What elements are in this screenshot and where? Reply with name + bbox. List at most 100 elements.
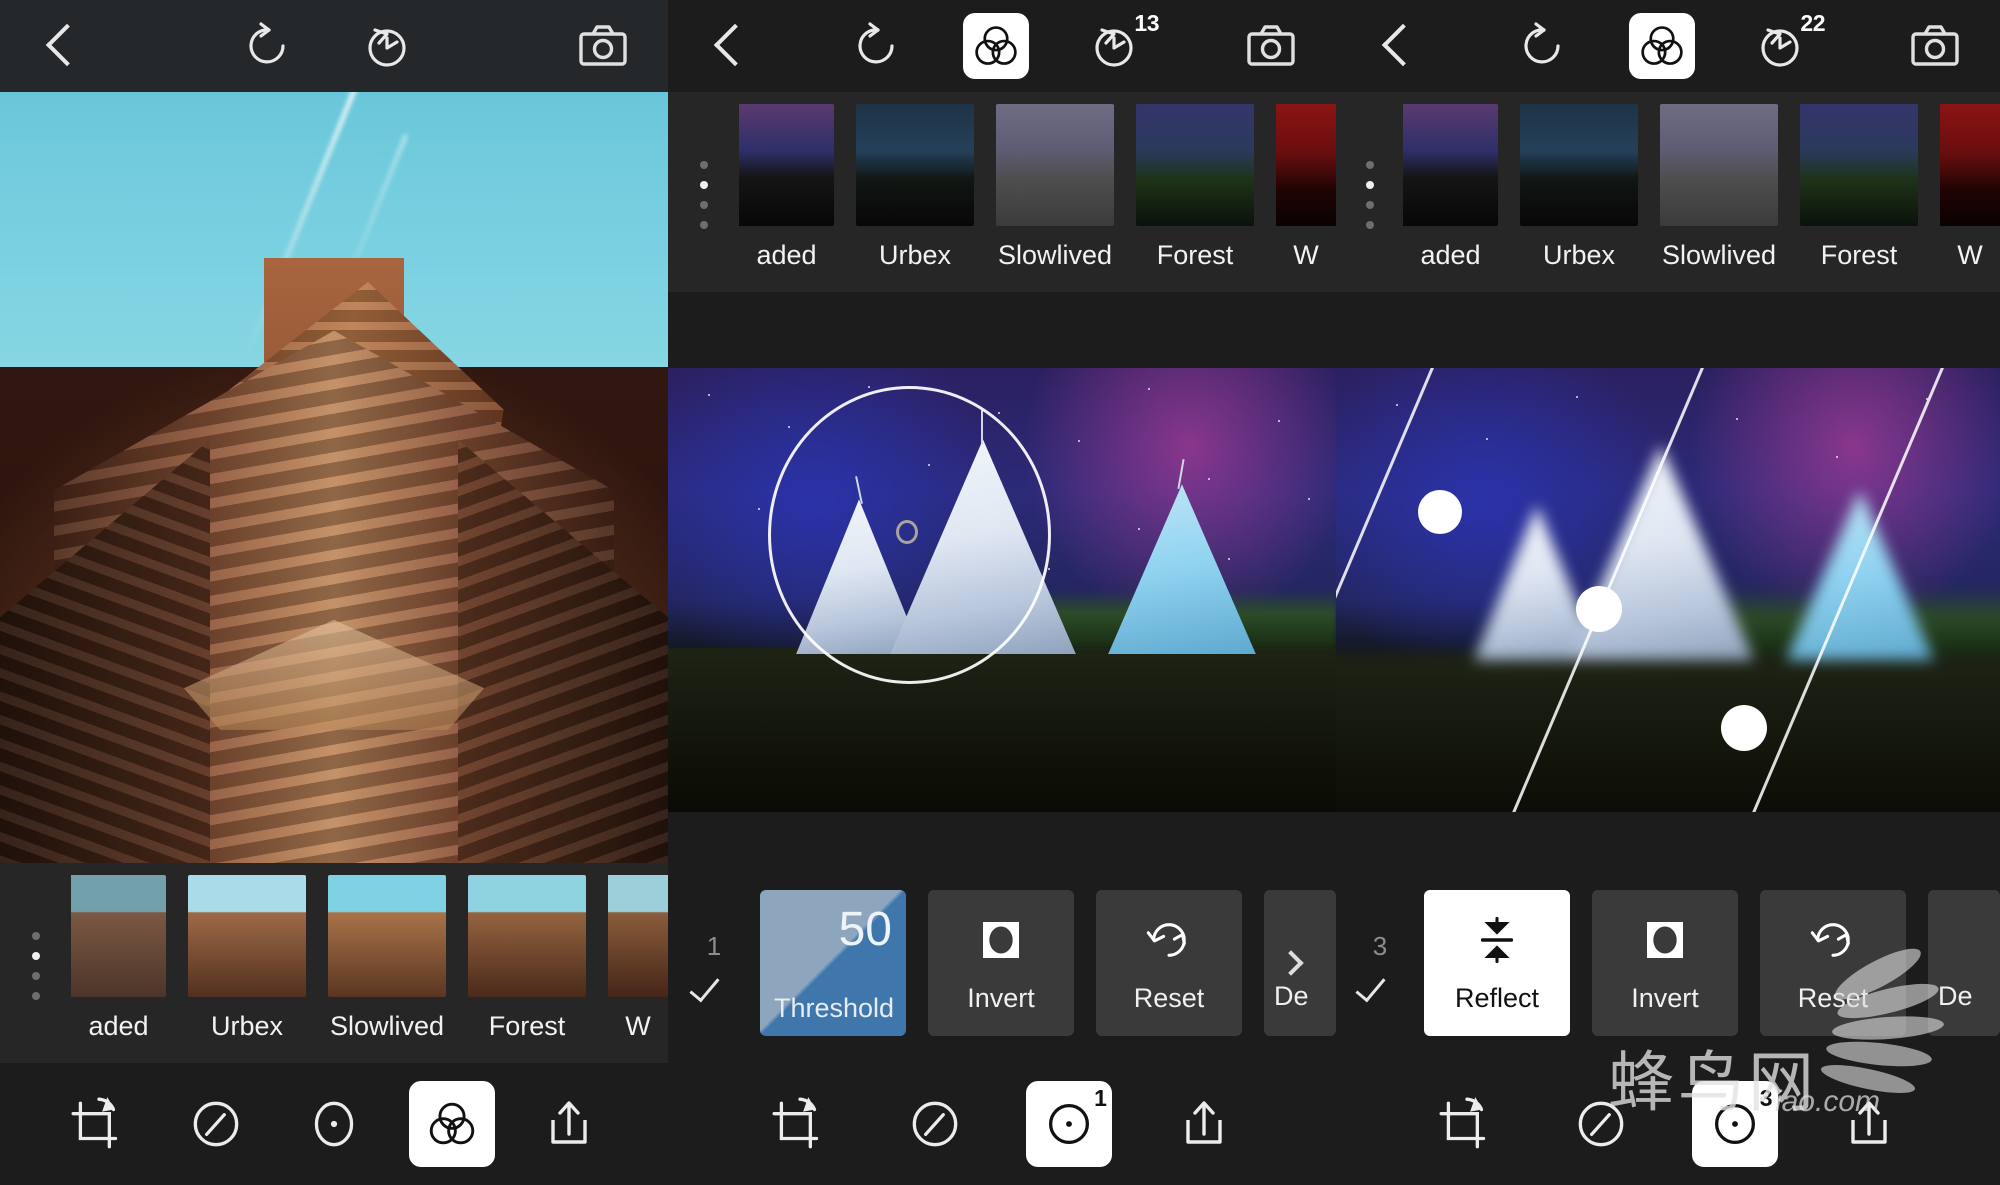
filter-item-slowlived[interactable]: Slowlived <box>1660 104 1778 271</box>
linear-blur-handle-1[interactable] <box>1418 490 1462 534</box>
filter-item-forest[interactable]: Forest <box>468 875 586 1042</box>
filter-thumb-image <box>1660 104 1778 226</box>
filter-item-urbex[interactable]: Urbex <box>188 875 306 1042</box>
crop-rotate-icon <box>71 1095 117 1149</box>
teepee-right <box>1108 484 1256 655</box>
nav-adjust-button[interactable] <box>173 1081 259 1167</box>
tool-threshold[interactable]: 50 Threshold <box>760 890 906 1036</box>
filter-thumbnails: aded Urbex Slowlived Forest W <box>1403 92 2000 271</box>
photo-canvas-teepees-blurred[interactable] <box>1336 368 2000 812</box>
page-dot[interactable] <box>31 992 40 1000</box>
tool-reset[interactable]: Reset <box>1760 890 1906 1036</box>
filter-item-urbex[interactable]: Urbex <box>1520 104 1638 271</box>
back-button[interactable] <box>1336 0 1454 92</box>
page-dot[interactable] <box>699 161 708 169</box>
nav-crop-button[interactable] <box>757 1081 843 1167</box>
filter-label: aded <box>756 240 817 270</box>
nav-adjust-button[interactable] <box>892 1081 978 1167</box>
page-dot-active[interactable] <box>31 952 40 960</box>
step-indicator[interactable]: 1 <box>668 931 760 996</box>
page-dot-active[interactable] <box>699 181 708 189</box>
step-indicator[interactable]: 3 <box>1336 931 1424 996</box>
nav-share-button[interactable] <box>1161 1081 1247 1167</box>
nav-blur-button[interactable] <box>291 1081 377 1167</box>
photo-canvas-building[interactable] <box>0 88 668 863</box>
nav-filters-button[interactable] <box>408 1081 495 1167</box>
nav-crop-button[interactable] <box>56 1081 142 1167</box>
tool-label: De <box>1274 981 1309 1011</box>
linear-blur-handle-3[interactable] <box>1721 705 1767 751</box>
filters-toggle-button[interactable] <box>1603 0 1721 92</box>
nav-blur-button[interactable]: 3 <box>1692 1081 1778 1167</box>
filter-item-faded[interactable]: aded <box>739 104 834 271</box>
filter-item-w[interactable]: W <box>1940 104 2000 271</box>
tool-invert[interactable]: Invert <box>928 890 1074 1036</box>
page-dot[interactable] <box>699 201 708 209</box>
filters-toggle-button[interactable] <box>937 0 1055 92</box>
page-dot[interactable] <box>1365 201 1374 209</box>
radial-blur-icon <box>314 1101 354 1147</box>
filter-thumbnails: aded Urbex Slowlived Forest W <box>71 863 668 1042</box>
page-dots[interactable] <box>1336 92 1403 292</box>
undo-button[interactable] <box>819 0 937 92</box>
step-number: 3 <box>1372 930 1388 961</box>
filter-item-w[interactable]: W <box>608 875 668 1042</box>
tool-delete[interactable]: De <box>1928 890 2000 1036</box>
filter-thumb-image <box>1403 104 1498 226</box>
page-dot[interactable] <box>699 221 708 229</box>
page-dot-active[interactable] <box>1365 181 1374 189</box>
history-button[interactable]: 22 <box>1721 0 1839 92</box>
top-bar-spacer <box>786 0 819 92</box>
undo-button[interactable] <box>1485 0 1603 92</box>
photo-canvas-teepees[interactable] <box>668 368 1336 812</box>
radial-blur-inner-handle[interactable] <box>896 520 918 544</box>
camera-button[interactable] <box>1206 0 1336 92</box>
page-dot[interactable] <box>1365 161 1374 169</box>
history-icon <box>368 28 406 67</box>
threshold-label: Threshold <box>774 993 895 1023</box>
adjust-dial-icon <box>1578 1101 1624 1147</box>
invert-icon <box>983 921 1019 958</box>
page-dots[interactable] <box>668 92 739 292</box>
filter-item-faded[interactable]: aded <box>1403 104 1498 271</box>
page-dot[interactable] <box>31 932 40 940</box>
linear-blur-handle-2[interactable] <box>1576 586 1622 632</box>
nav-share-button[interactable] <box>1826 1081 1912 1167</box>
chevron-left-icon <box>46 24 72 68</box>
page-dot[interactable] <box>31 972 40 980</box>
filter-item-urbex[interactable]: Urbex <box>856 104 974 271</box>
tool-invert[interactable]: Invert <box>1592 890 1738 1036</box>
undo-button[interactable] <box>210 0 328 92</box>
back-button[interactable] <box>0 0 118 92</box>
filter-item-w[interactable]: W <box>1276 104 1336 271</box>
history-badge: 22 <box>1800 10 1825 36</box>
tool-delete[interactable]: De <box>1264 890 1336 1036</box>
filter-strip[interactable]: aded Urbex Slowlived Forest W <box>0 863 668 1063</box>
camera-button[interactable] <box>1870 0 2000 92</box>
tool-reset[interactable]: Reset <box>1096 890 1242 1036</box>
camera-button[interactable] <box>538 0 668 92</box>
filter-item-slowlived[interactable]: Slowlived <box>328 875 446 1042</box>
filters-icon <box>1641 26 1683 65</box>
filter-strip[interactable]: aded Urbex Slowlived Forest W <box>668 92 1336 292</box>
history-button[interactable] <box>328 0 446 92</box>
filters-selected-box <box>963 13 1029 79</box>
panel3-bottom-nav: 3 <box>1336 1063 2000 1185</box>
nav-share-button[interactable] <box>526 1081 612 1167</box>
nav-adjust-button[interactable] <box>1558 1081 1644 1167</box>
filter-item-slowlived[interactable]: Slowlived <box>996 104 1114 271</box>
filter-thumb-image <box>608 875 668 997</box>
page-dots[interactable] <box>0 863 71 1063</box>
nav-blur-button[interactable]: 1 <box>1026 1081 1113 1167</box>
filter-label: Forest <box>1820 240 1898 270</box>
back-button[interactable] <box>668 0 786 92</box>
nav-crop-button[interactable] <box>1424 1081 1510 1167</box>
tool-reflect[interactable]: Reflect <box>1424 890 1570 1036</box>
page-dot[interactable] <box>1365 221 1374 229</box>
radial-blur-icon <box>1714 1103 1756 1145</box>
filter-strip[interactable]: aded Urbex Slowlived Forest W <box>1336 92 2000 292</box>
history-button[interactable]: 13 <box>1055 0 1173 92</box>
filter-item-forest[interactable]: Forest <box>1800 104 1918 271</box>
filter-item-forest[interactable]: Forest <box>1136 104 1254 271</box>
filter-item-faded[interactable]: aded <box>71 875 166 1042</box>
